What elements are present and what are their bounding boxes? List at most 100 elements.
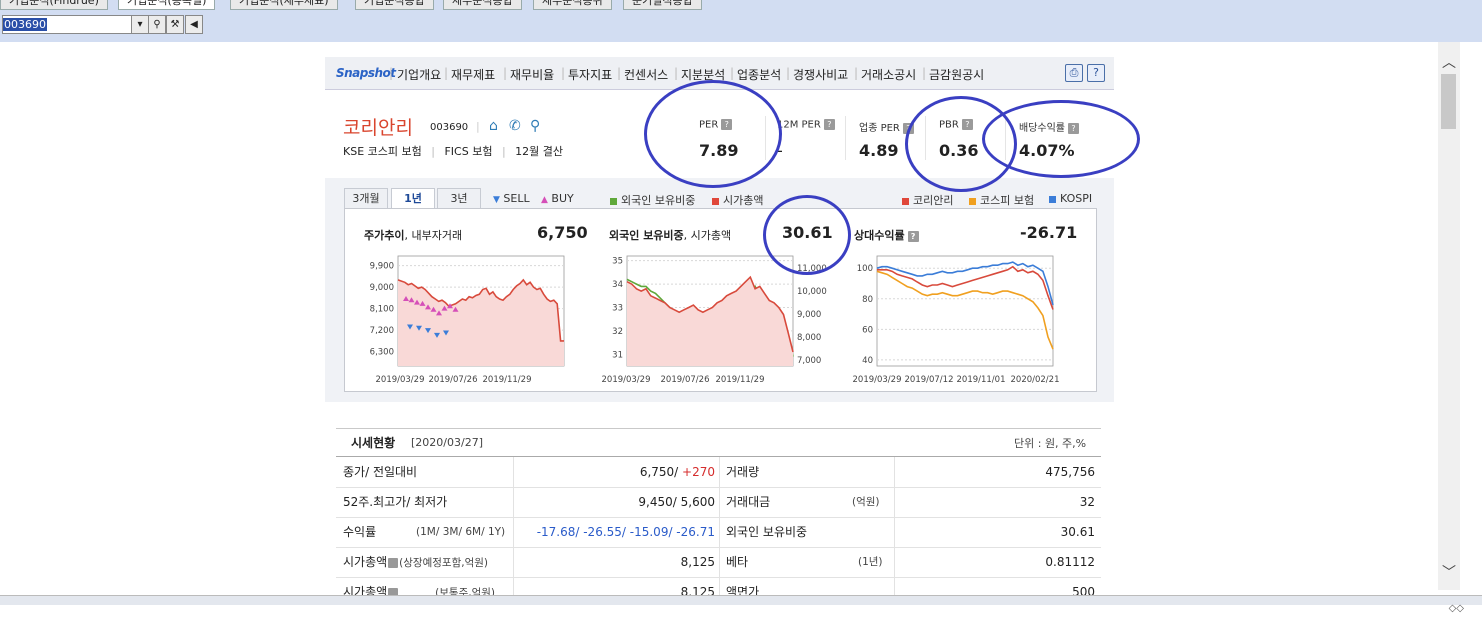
- scroll-up-icon[interactable]: ︿: [1442, 52, 1456, 72]
- column-divider: [513, 577, 514, 595]
- x-tick-label: 2019/03/29: [853, 375, 902, 385]
- period-tab-3y[interactable]: 3년: [437, 188, 481, 210]
- settings-icon[interactable]: ⚒: [166, 15, 184, 34]
- legend-korean-re: 코리안리: [902, 192, 953, 208]
- y-tick-label: 6,300: [370, 348, 394, 358]
- market-label: KSE 코스피 보험: [343, 145, 422, 158]
- legend-buy: ▲ BUY: [541, 192, 574, 205]
- row-label: 52주.최고가/ 최저가: [343, 495, 448, 509]
- vertical-scrollbar[interactable]: ︿ ﹀: [1438, 42, 1460, 590]
- nav-separator: |: [503, 66, 508, 80]
- metric-divider: [845, 116, 846, 160]
- tab-finance-rank[interactable]: 재무분석종위: [533, 0, 612, 10]
- y-tick-label: 7,200: [370, 326, 394, 336]
- table-row: 시가총액 (보통주,억원) 8,125 액면가 500: [336, 577, 1101, 595]
- x-tick-label: 2019/11/29: [483, 375, 532, 385]
- price-chart-title: 주가추이, 내부자거래: [364, 229, 463, 242]
- tab-quarterly-summary[interactable]: 분기실적종합: [623, 0, 702, 10]
- nav-financial-ratios[interactable]: 재무비율: [510, 66, 554, 83]
- relative-chart-title: 상대수익률?: [854, 227, 919, 243]
- x-tick-label: 2019/07/12: [905, 375, 954, 385]
- tab-company-summary[interactable]: 기업분석종합: [355, 0, 434, 10]
- row-value: 500: [1072, 585, 1095, 595]
- column-divider: [719, 517, 720, 547]
- column-divider: [513, 517, 514, 547]
- nav-separator: |: [561, 66, 566, 80]
- nav-exchange-disclosure[interactable]: 거래소공시: [861, 66, 916, 83]
- price-section-unit: 단위 : 원, 주,%: [1014, 437, 1087, 450]
- dropdown-arrow-icon[interactable]: ▾: [131, 15, 149, 34]
- location-icon[interactable]: ⚲: [530, 118, 540, 134]
- nav-industry-analysis[interactable]: 업종분석: [737, 66, 781, 83]
- help-icon[interactable]: ?: [1087, 64, 1105, 82]
- x-tick-label: 2020/02/21: [1011, 375, 1060, 385]
- y-tick-label: 34: [612, 280, 623, 290]
- tab-company-by-stock[interactable]: 기업분석(종목별): [118, 0, 216, 10]
- nav-separator: |: [854, 66, 859, 80]
- nav-peer-comparison[interactable]: 경쟁사비교: [793, 66, 848, 83]
- row-value: 8,125: [680, 585, 715, 595]
- nav-separator: |: [444, 66, 449, 80]
- nav-consensus[interactable]: 컨센서스: [624, 66, 668, 83]
- x-tick-label: 2019/03/29: [376, 375, 425, 385]
- x-tick-label: 2019/07/26: [661, 375, 710, 385]
- nav-fss-disclosure[interactable]: 금감원공시: [929, 66, 984, 83]
- foreign-chart-title: 외국인 보유비중, 시가총액: [609, 229, 732, 242]
- y-tick-label: 80: [862, 295, 873, 305]
- row-label: 종가/ 전일대비: [343, 465, 418, 479]
- help-icon[interactable]: [388, 587, 399, 595]
- y-right-tick-label: 10,000: [797, 287, 827, 297]
- nav-separator: |: [786, 66, 791, 80]
- help-icon[interactable]: ?: [823, 119, 835, 130]
- x-tick-label: 2019/07/26: [429, 375, 478, 385]
- period-tab-1y[interactable]: 1년: [391, 188, 435, 210]
- column-divider: [894, 577, 895, 595]
- column-divider: [894, 457, 895, 487]
- row-label: 시가총액 (상장예정포함,억원): [343, 555, 488, 569]
- row-value: 30.61: [1060, 525, 1095, 539]
- y-right-tick-label: 9,000: [797, 310, 821, 320]
- nav-separator: |: [922, 66, 927, 80]
- company-code: 003690: [430, 122, 469, 133]
- nav-investment-indicators[interactable]: 투자지표: [568, 66, 612, 83]
- row-value: -17.68/ -26.55/ -15.09/ -26.71: [536, 525, 715, 539]
- scroll-down-icon[interactable]: ﹀: [1442, 562, 1456, 582]
- home-icon[interactable]: ⌂: [489, 118, 498, 134]
- period-tab-3m[interactable]: 3개월: [344, 188, 388, 210]
- column-divider: [719, 457, 720, 487]
- nav-separator: |: [617, 66, 622, 80]
- company-name: 코리안리: [343, 117, 413, 139]
- row-value: 0.81112: [1045, 555, 1095, 569]
- nav-financial-statements[interactable]: 재무제표: [451, 66, 495, 83]
- print-icon[interactable]: ⎙: [1065, 64, 1083, 82]
- tab-financial-statements[interactable]: 기업분석(재무제표): [230, 0, 338, 10]
- help-icon[interactable]: ?: [907, 230, 919, 242]
- row-value: 9,450/ 5,600: [638, 495, 715, 509]
- y-tick-label: 40: [862, 356, 873, 366]
- column-divider: [719, 487, 720, 517]
- search-icon[interactable]: ⚲: [148, 15, 166, 34]
- y-tick-label: 9,900: [370, 262, 394, 272]
- industry-per-value: 4.89: [859, 141, 899, 160]
- speaker-icon[interactable]: ◀: [185, 15, 203, 34]
- tab-findrue[interactable]: 기업분석(Findrue): [0, 0, 108, 10]
- table-top-border: [336, 428, 1101, 429]
- help-icon[interactable]: [388, 557, 399, 568]
- scroll-thumb[interactable]: [1441, 74, 1456, 129]
- tab-finance-summary[interactable]: 재무분석종합: [443, 0, 522, 10]
- nav-snapshot[interactable]: Snapshot: [336, 66, 396, 80]
- nav-separator: |: [730, 66, 735, 80]
- table-row: 시가총액 (상장예정포함,억원) 8,125 베타 (1년) 0.81112: [336, 547, 1101, 578]
- row-value: 32: [1079, 495, 1095, 509]
- row-value: 6,750/ +270: [639, 465, 715, 479]
- nav-company-overview[interactable]: 기업개요: [397, 66, 441, 83]
- phone-icon[interactable]: ✆: [509, 118, 521, 134]
- horizontal-scrollbar[interactable]: [0, 595, 1482, 605]
- row-sublabel: (1년): [858, 556, 883, 568]
- price-section-title: 시세현황: [351, 436, 396, 450]
- price-section-date: [2020/03/27]: [411, 436, 483, 449]
- stock-code-input[interactable]: 003690: [2, 15, 132, 34]
- column-divider: [513, 547, 514, 577]
- relative-chart: 100 80 60 40 2019/03/29 2019/07/12 2019/11/01 2…: [853, 255, 1060, 385]
- column-divider: [894, 547, 895, 577]
